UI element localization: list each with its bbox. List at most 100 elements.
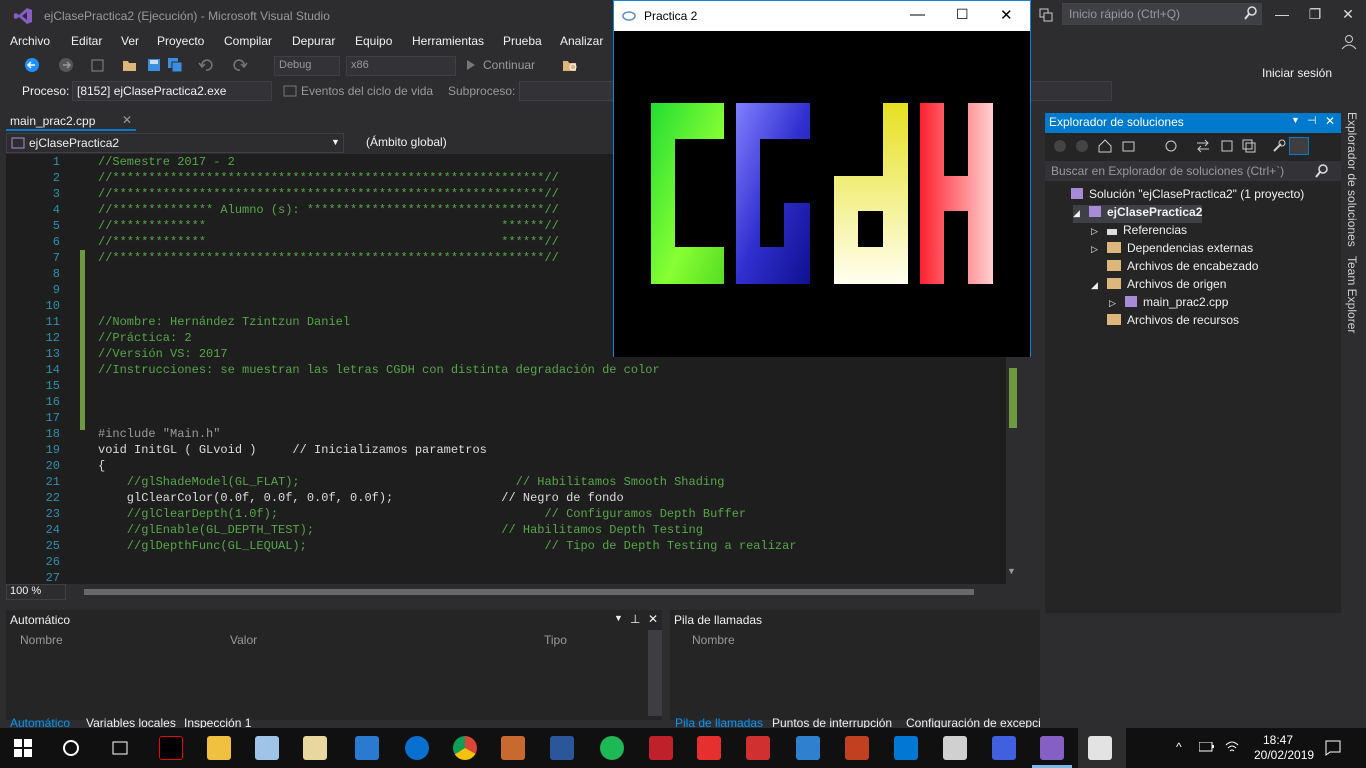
menu-prueba[interactable]: Prueba [503, 34, 542, 48]
pending-changes-icon[interactable] [1163, 138, 1179, 154]
redo-icon[interactable] [232, 57, 248, 73]
forward-nav-icon[interactable] [1075, 139, 1089, 153]
forward-icon[interactable] [58, 57, 74, 73]
save-all-icon[interactable] [167, 57, 183, 73]
game-launcher-icon[interactable] [697, 736, 721, 760]
code-line[interactable]: 16 [6, 394, 1006, 410]
sync-icon[interactable] [1195, 138, 1211, 154]
clock[interactable]: 18:47 20/02/2019 [1254, 733, 1314, 763]
tab-main-prac2[interactable]: main_prac2.cpp ✕ [6, 113, 136, 131]
close-button[interactable]: ✕ [1336, 6, 1360, 23]
menu-proyecto[interactable]: Proyecto [157, 34, 204, 48]
play-icon[interactable] [466, 59, 476, 71]
notes-app-icon[interactable] [255, 736, 279, 760]
code-line[interactable]: 17 [6, 410, 1006, 426]
autodesk-icon[interactable] [649, 736, 673, 760]
new-project-icon[interactable] [90, 57, 106, 73]
collapse-all-icon[interactable] [1219, 138, 1235, 154]
git-app-icon[interactable] [845, 736, 869, 760]
quick-launch-input[interactable]: Inicio rápido (Ctrl+Q) [1062, 3, 1262, 25]
open-file-icon[interactable] [122, 57, 138, 73]
stack-frame-dropdown[interactable] [1030, 81, 1112, 101]
cortana-icon[interactable] [62, 739, 80, 757]
pin-icon[interactable]: ⊣ [1307, 114, 1317, 127]
preview-selected-button[interactable] [1289, 137, 1309, 155]
code-line[interactable]: 20 { [6, 458, 1006, 474]
tree-item[interactable]: ▷ Referencias [1091, 223, 1187, 241]
column-nombre[interactable]: Nombre [20, 633, 63, 647]
scroll-down-icon[interactable]: ▼ [1007, 566, 1016, 576]
menu-herramientas[interactable]: Herramientas [412, 34, 484, 48]
menu-equipo[interactable]: Equipo [355, 34, 392, 48]
tree-item[interactable]: ▷ main_prac2.cpp [1109, 295, 1228, 313]
close-tab-icon[interactable]: ✕ [122, 113, 132, 127]
tab-solution-explorer[interactable]: Explorador de soluciones [1345, 112, 1359, 247]
code-line[interactable]: 19 void InitGL ( GLvoid ) // Inicializamo… [6, 442, 1006, 458]
gl-minimize-button[interactable]: — [910, 6, 925, 23]
restore-button[interactable]: ❐ [1303, 6, 1327, 23]
menu-depurar[interactable]: Depurar [292, 34, 335, 48]
poker-stars-icon[interactable] [796, 736, 820, 760]
find-icon[interactable] [562, 57, 578, 73]
menu-compilar[interactable]: Compilar [224, 34, 272, 48]
code-line[interactable]: 14 //Instrucciones: se muestran las letra… [6, 362, 1006, 378]
scroll-thumb[interactable] [1009, 368, 1017, 428]
close-panel-icon[interactable]: ✕ [648, 612, 658, 626]
subprocess-dropdown[interactable] [519, 81, 615, 101]
minimize-button[interactable]: — [1270, 6, 1294, 22]
solution-search-input[interactable]: Buscar en Explorador de soluciones (Ctrl… [1045, 161, 1341, 181]
code-line[interactable]: 25 //glDepthFunc(GL_LEQUAL); // Tipo de … [6, 538, 1006, 554]
windows-start-icon[interactable] [14, 739, 32, 757]
tree-item[interactable]: ◢ ejClasePractica2 [1073, 205, 1203, 223]
expand-arrow-icon[interactable]: ◢ [1091, 280, 1107, 291]
wifi-icon[interactable] [1224, 739, 1240, 755]
code-line[interactable]: 21 //glShadeModel(GL_FLAT); // Habilitam… [6, 474, 1006, 490]
menu-ver[interactable]: Ver [121, 34, 139, 48]
expand-arrow-icon[interactable]: ▷ [1091, 226, 1107, 237]
edge-icon[interactable] [405, 736, 429, 760]
tree-item[interactable]: ◢ Archivos de origen [1091, 277, 1226, 295]
platform-dropdown[interactable]: x86 [346, 56, 456, 76]
show-all-files-icon[interactable] [1241, 138, 1257, 154]
process-dropdown[interactable]: [8152] ejClasePractica2.exe [72, 81, 272, 101]
tree-item[interactable]: Archivos de recursos [1091, 313, 1239, 331]
gl-maximize-button[interactable]: ☐ [956, 6, 969, 23]
code-line[interactable]: 23 //glClearDepth(1.0f); // Configuramos… [6, 506, 1006, 522]
gl-app-window[interactable]: Practica 2 — ☐ ✕ [613, 0, 1031, 357]
task-view-icon[interactable] [110, 739, 130, 757]
notifications-icon[interactable] [1038, 6, 1054, 22]
code-line[interactable]: 22 glClearColor(0.0f, 0.0f, 0.0f, 0.0f);… [6, 490, 1006, 506]
column-nombre[interactable]: Nombre [692, 633, 735, 647]
horizontal-scrollbar[interactable] [84, 589, 974, 595]
lifecycle-events-dropdown[interactable]: Eventos del ciclo de vida [301, 84, 433, 98]
chrome-icon[interactable] [453, 736, 477, 760]
column-valor[interactable]: Valor [230, 633, 257, 647]
outlook-icon[interactable] [894, 736, 918, 760]
project-dropdown[interactable]: ejClasePractica2 ▼ [6, 133, 344, 153]
game-app-icon[interactable] [501, 736, 525, 760]
tree-item[interactable]: Solución "ejClasePractica2" (1 proyecto) [1055, 187, 1304, 205]
poker-app-icon[interactable] [746, 736, 770, 760]
gl-close-button[interactable]: ✕ [1000, 6, 1013, 24]
save-icon[interactable] [146, 57, 162, 73]
expand-arrow-icon[interactable]: ▷ [1109, 298, 1125, 309]
code-line[interactable]: 27 [6, 570, 1006, 584]
notifications-center-icon[interactable] [1324, 739, 1342, 757]
autos-scrollbar[interactable] [648, 630, 662, 716]
continue-button[interactable]: Continuar [483, 58, 535, 72]
zoom-dropdown[interactable]: 100 % [6, 584, 66, 600]
word-icon[interactable] [550, 736, 574, 760]
dropdown-icon[interactable]: ▼ [1291, 115, 1300, 125]
netflix-icon[interactable] [159, 736, 183, 760]
menu-analizar[interactable]: Analizar [560, 34, 603, 48]
paint-icon[interactable] [303, 736, 327, 760]
home-icon[interactable] [1097, 138, 1113, 154]
user-icon[interactable] [1340, 34, 1358, 50]
back-nav-icon[interactable] [1053, 139, 1067, 153]
code-line[interactable]: 26 [6, 554, 1006, 570]
expand-arrow-icon[interactable]: ◢ [1073, 208, 1089, 219]
back-icon[interactable] [24, 57, 40, 73]
configuration-dropdown[interactable]: Debug [274, 56, 340, 76]
control-panel-icon[interactable] [355, 736, 379, 760]
file-explorer-icon[interactable] [207, 736, 231, 760]
